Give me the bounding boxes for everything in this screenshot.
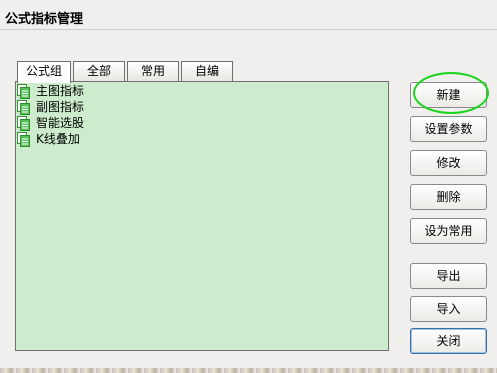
delete-button[interactable]: 删除 — [410, 184, 487, 210]
set-common-button[interactable]: 设为常用 — [410, 218, 487, 244]
title-bar[interactable]: 公式指标管理 — [0, 0, 497, 30]
tree-item-label: 副图指标 — [36, 100, 85, 114]
folder-document-icon — [17, 84, 30, 99]
export-button[interactable]: 导出 — [410, 263, 487, 289]
window-title: 公式指标管理 — [5, 12, 84, 27]
folder-document-icon — [17, 116, 30, 131]
close-button[interactable]: 关闭 — [410, 328, 487, 354]
folder-document-icon — [17, 100, 30, 115]
set-params-button[interactable]: 设置参数 — [410, 116, 487, 142]
tab-common[interactable]: 常用 — [127, 61, 179, 82]
folder-document-icon — [17, 132, 30, 147]
formula-manager-window: 公式指标管理 公式组 全部 常用 自编 主图指标 副图指标 智能选股 K线叠加 … — [0, 0, 497, 373]
new-button[interactable]: 新建 — [410, 82, 487, 108]
tab-formula-group[interactable]: 公式组 — [17, 61, 71, 83]
tab-all[interactable]: 全部 — [73, 61, 125, 82]
window-bottom-edge — [0, 368, 497, 373]
modify-button[interactable]: 修改 — [410, 150, 487, 176]
tree-item-label: 智能选股 — [36, 116, 85, 130]
import-button[interactable]: 导入 — [410, 296, 487, 322]
tree-item-label: 主图指标 — [36, 84, 85, 98]
tab-custom[interactable]: 自编 — [181, 61, 233, 82]
tree-item-label: K线叠加 — [36, 132, 80, 146]
